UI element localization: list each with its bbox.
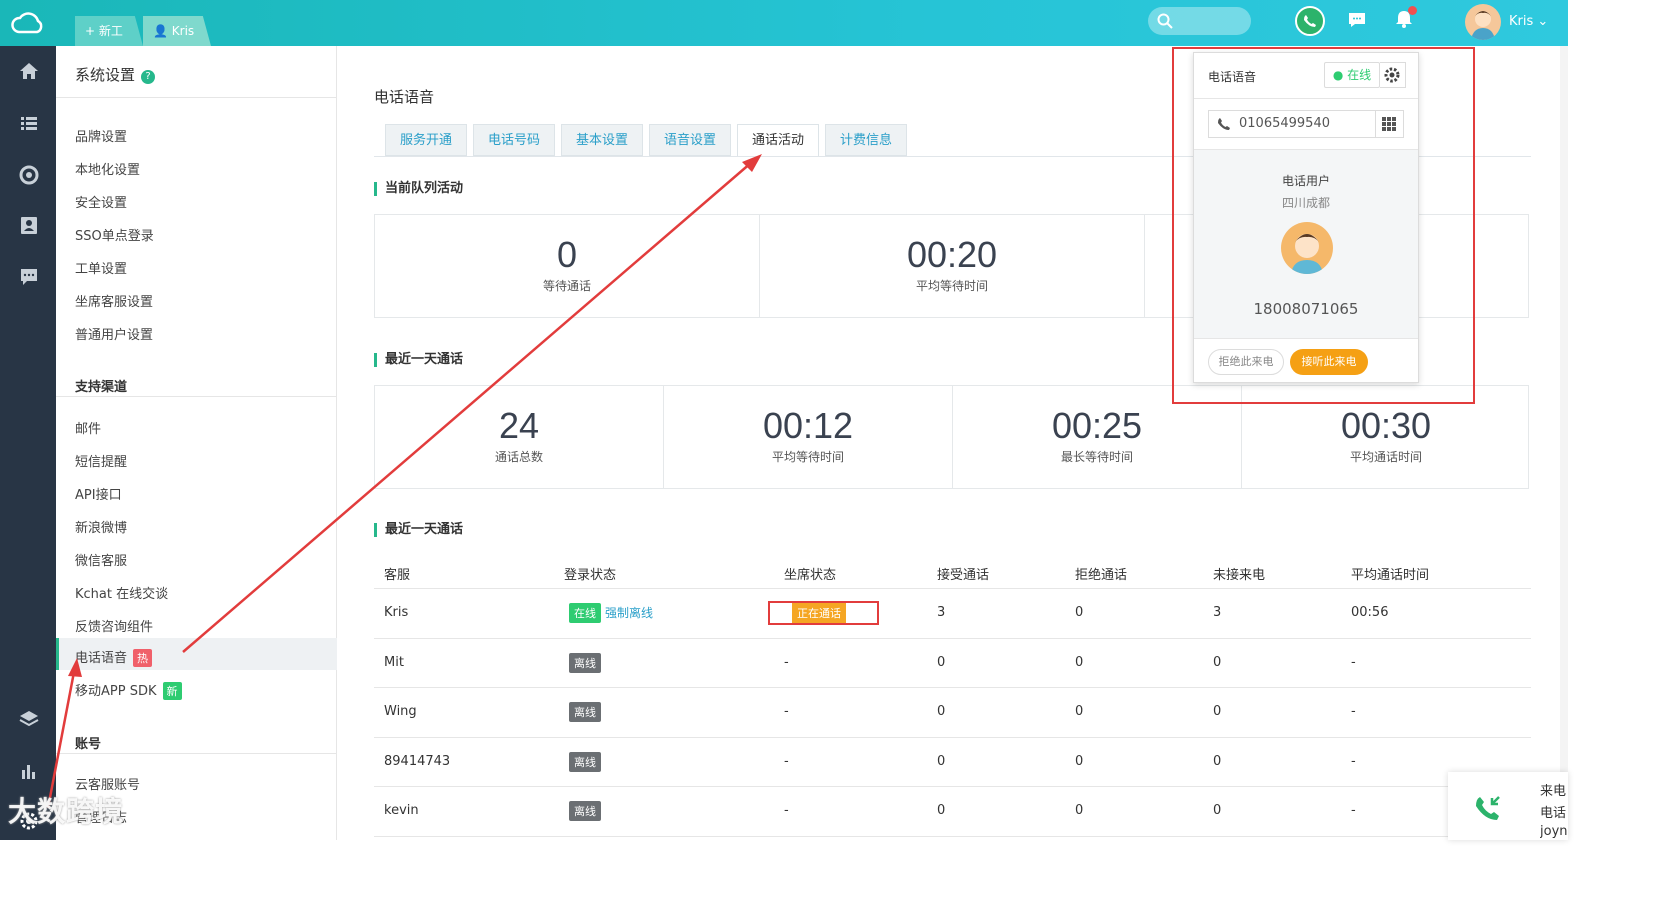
caller-number: 18008071065 [1253, 300, 1359, 318]
popup-header: 电话语音 ● 在线 [1194, 53, 1418, 99]
incoming-call-icon [1476, 796, 1500, 820]
toast-line-1: 来电 [1540, 784, 1567, 799]
phone-number-value: 01065499540 [1239, 116, 1330, 131]
accept-call-button[interactable]: 接听此来电 [1290, 349, 1368, 375]
dialpad-button[interactable] [1376, 110, 1404, 138]
popup-title: 电话语音 [1208, 70, 1257, 84]
caller-avatar [1281, 222, 1333, 274]
caller-info: 电话用户 四川成都 18008071065 [1194, 149, 1418, 339]
caller-location: 四川成都 [1281, 196, 1330, 210]
popup-settings-button[interactable] [1380, 62, 1406, 88]
watermark: 大数跨境 [8, 795, 125, 828]
toast-line-3: joyn [1540, 824, 1568, 839]
incoming-call-toast[interactable]: 来电 电话 joyn [1448, 772, 1568, 840]
reject-call-button[interactable]: 拒绝此来电 [1208, 349, 1284, 375]
gear-icon [1384, 67, 1400, 83]
phone-call-popup: 电话语音 ● 在线 01065499540 电话用户 四川成都 18008071… [1193, 52, 1419, 383]
toast-line-2: 电话 [1540, 806, 1567, 821]
phone-number-field[interactable]: 01065499540 [1208, 110, 1376, 138]
phone-handset-icon [1218, 118, 1230, 130]
caller-name: 电话用户 [1281, 174, 1330, 188]
dialpad-grid-icon [1382, 117, 1396, 131]
online-status-toggle[interactable]: ● 在线 [1324, 62, 1380, 88]
